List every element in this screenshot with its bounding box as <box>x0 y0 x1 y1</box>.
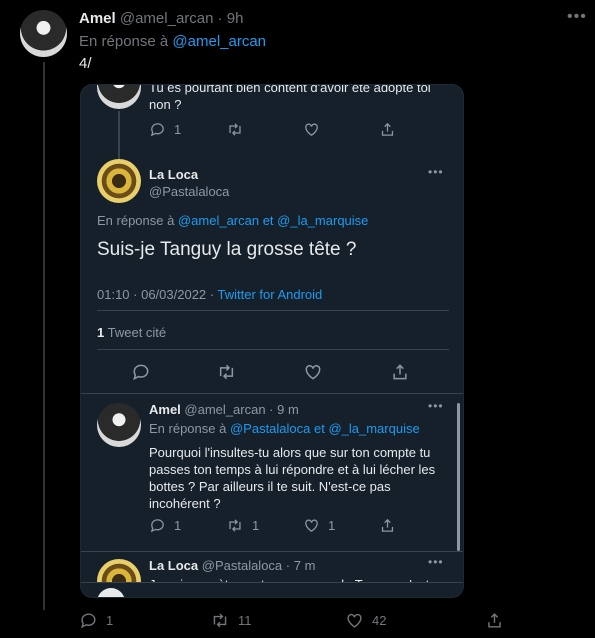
retweet-action[interactable] <box>216 362 237 382</box>
retweet-action[interactable]: 1 <box>226 517 259 534</box>
more-options-icon[interactable]: ••• <box>428 165 444 179</box>
tweet-time[interactable]: · 9 m <box>269 402 299 417</box>
reply-icon <box>79 611 98 630</box>
snippet-text: Tu es pourtant bien content d'avoir été … <box>149 84 431 112</box>
tweet-header: Amel @amel_arcan · 9h <box>79 10 244 27</box>
divider <box>81 393 463 394</box>
tweet-text: 4/ <box>79 55 92 72</box>
heart-icon <box>303 121 320 138</box>
author-name[interactable]: La Loca <box>149 167 198 182</box>
more-options-icon[interactable]: ••• <box>428 555 444 569</box>
reply-action[interactable]: 1 <box>79 611 113 630</box>
tweet-metadata: 01:10 · 06/03/2022 · Twitter for Android <box>97 287 322 302</box>
retweet-icon <box>216 362 237 382</box>
reply-composer-bar <box>81 582 463 597</box>
tweet-text: Suis-je Tanguy la grosse tête ? <box>97 239 357 260</box>
author-handle[interactable]: @amel_arcan <box>184 402 265 417</box>
more-options-icon[interactable]: ••• <box>428 399 444 413</box>
author-name[interactable]: Amel <box>149 402 181 417</box>
thread-line <box>118 111 120 161</box>
reply-to-link[interactable]: @amel_arcan <box>172 33 266 50</box>
like-action[interactable] <box>303 362 323 382</box>
reply-action[interactable] <box>131 362 151 382</box>
divider <box>97 349 449 350</box>
scrollbar[interactable] <box>457 403 460 551</box>
author-handle[interactable]: @amel_arcan <box>120 10 214 27</box>
reply-to-link[interactable]: @Pastalaloca et @_la_marquise <box>230 421 420 436</box>
share-icon <box>379 517 396 534</box>
share-action[interactable] <box>379 121 396 138</box>
share-icon <box>390 362 410 382</box>
tweet-header: Amel @amel_arcan · 9 m <box>149 402 299 417</box>
author-handle[interactable]: @Pastalaloca <box>202 558 282 573</box>
share-icon <box>485 611 504 630</box>
tweet-time[interactable]: · 9h <box>218 10 244 27</box>
avatar[interactable] <box>97 403 141 447</box>
avatar[interactable] <box>20 10 67 57</box>
reply-icon <box>131 362 151 382</box>
reply-icon <box>149 121 166 138</box>
reply-context: En réponse à @amel_arcan <box>79 33 266 50</box>
author-name[interactable]: La Loca <box>149 558 198 573</box>
retweet-icon <box>210 611 230 630</box>
reply-context: En réponse à @Pastalaloca et @_la_marqui… <box>149 421 420 436</box>
retweet-icon <box>226 121 244 138</box>
divider <box>81 551 463 552</box>
quote-tweet-count[interactable]: 1 Tweet cité <box>97 325 166 340</box>
retweet-icon <box>226 517 244 534</box>
like-action[interactable]: 1 <box>303 517 335 534</box>
thread-line <box>43 62 45 610</box>
heart-icon <box>345 611 364 630</box>
tweet-text: Pourquoi l'insultes-tu alors que sur ton… <box>149 445 436 511</box>
reply-to-link[interactable]: @amel_arcan et @_la_marquise <box>178 213 368 228</box>
embedded-screenshot: Tu es pourtant bien content d'avoir été … <box>80 84 464 598</box>
retweet-action[interactable]: 11 <box>210 611 252 630</box>
divider <box>97 310 449 311</box>
source-link[interactable]: Twitter for Android <box>217 287 322 302</box>
heart-icon <box>303 517 320 534</box>
reply-prefix: En réponse à <box>79 33 169 50</box>
avatar[interactable] <box>97 159 141 203</box>
like-action[interactable]: 42 <box>345 611 386 630</box>
retweet-action[interactable] <box>226 121 244 138</box>
share-action[interactable] <box>379 517 396 534</box>
share-action[interactable] <box>390 362 410 382</box>
avatar <box>97 85 141 109</box>
like-action[interactable] <box>303 121 320 138</box>
author-handle[interactable]: @Pastalaloca <box>149 184 229 199</box>
tweet-time[interactable]: · 7 m <box>286 558 316 573</box>
author-name[interactable]: Amel <box>79 10 116 27</box>
share-icon <box>379 121 396 138</box>
timestamp[interactable]: 01:10 · 06/03/2022 · <box>97 287 214 302</box>
heart-icon <box>303 362 323 382</box>
reply-action[interactable]: 1 <box>149 121 181 138</box>
tweet-header: La Loca @Pastalaloca · 7 m <box>149 558 315 573</box>
reply-context: En réponse à @amel_arcan et @_la_marquis… <box>97 213 369 228</box>
reply-action[interactable]: 1 <box>149 517 181 534</box>
share-action[interactable] <box>485 611 504 630</box>
reply-icon <box>149 517 166 534</box>
more-options-icon[interactable]: ••• <box>567 8 587 26</box>
